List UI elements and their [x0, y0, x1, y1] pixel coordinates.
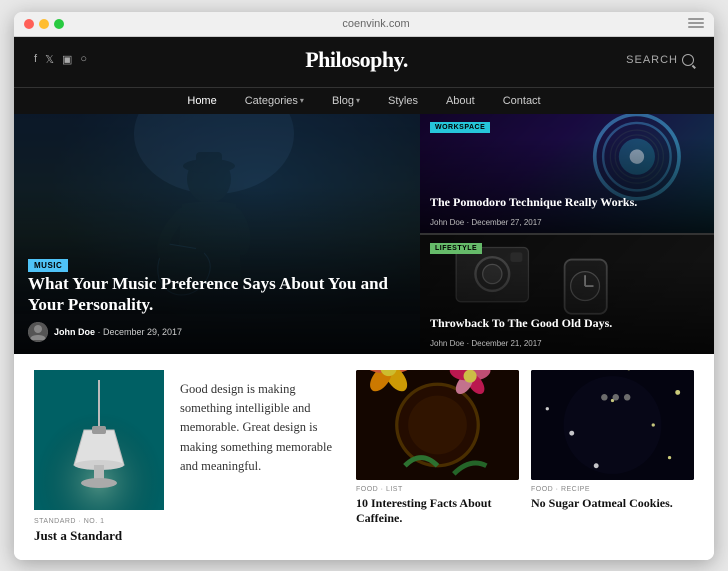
lamp-icon — [34, 370, 164, 510]
instagram-icon[interactable]: ▣ — [62, 53, 72, 66]
nav-item-contact[interactable]: Contact — [499, 88, 545, 114]
hero-section: MUSIC What Your Music Preference Says Ab… — [14, 114, 714, 354]
search-label: SEARCH — [626, 54, 678, 66]
cookies-card-image — [531, 370, 694, 480]
hero-category-badge[interactable]: MUSIC — [28, 259, 68, 272]
bottom-right-cards: FOOD · LIST 10 Interesting Facts About C… — [356, 370, 694, 544]
nav-item-home[interactable]: Home — [183, 88, 220, 114]
address-bar[interactable]: coenvink.com — [72, 18, 680, 30]
author-avatar — [28, 322, 48, 342]
caffeine-card-title: 10 Interesting Facts About Caffeine. — [356, 496, 519, 527]
nav-label-styles: Styles — [388, 95, 418, 107]
caffeine-card-tag: FOOD · LIST — [356, 486, 519, 493]
browser-window: coenvink.com f 𝕏 ▣ ○ Philosophy. SEARCH — [14, 12, 714, 560]
traffic-lights — [24, 19, 64, 29]
site-content: f 𝕏 ▣ ○ Philosophy. SEARCH Home Categori… — [14, 37, 714, 560]
menu-icon[interactable] — [688, 18, 704, 30]
side-article-1-author: John Doe — [430, 218, 464, 227]
nav-item-blog[interactable]: Blog ▾ — [328, 88, 364, 114]
side-article-2-title: Throwback To The Good Old Days. — [430, 316, 704, 332]
hero-author: John Doe — [54, 327, 95, 337]
side-article-2-meta: John Doe · December 21, 2017 — [430, 339, 542, 348]
side-article-2-date: December 21, 2017 — [471, 339, 541, 348]
nav-label-blog: Blog — [332, 95, 354, 107]
side-article-1-date: December 27, 2017 — [471, 218, 541, 227]
cookies-card-tag: FOOD · RECIPE — [531, 486, 694, 493]
hero-date: December 29, 2017 — [103, 327, 182, 337]
cookies-card-title: No Sugar Oatmeal Cookies. — [531, 496, 694, 512]
side-article-2-badge: LIFESTYLE — [430, 243, 482, 254]
nav-label-about: About — [446, 95, 475, 107]
hero-title[interactable]: What Your Music Preference Says About Yo… — [28, 273, 406, 316]
bottom-quote-text: Good design is making something intellig… — [180, 380, 340, 477]
site-logo[interactable]: Philosophy. — [305, 47, 408, 73]
bottom-left-text: STANDARD · NO. 1 Just a Standard Format … — [34, 518, 164, 544]
nav-label-categories: Categories — [245, 95, 298, 107]
hero-meta: John Doe · December 29, 2017 — [28, 322, 182, 342]
site-nav: Home Categories ▾ Blog ▾ Styles About Co… — [14, 87, 714, 114]
hero-gradient-overlay — [14, 114, 420, 354]
search-icon[interactable] — [682, 54, 694, 66]
bottom-left-tag: STANDARD · NO. 1 — [34, 518, 164, 525]
header-top: f 𝕏 ▣ ○ Philosophy. SEARCH — [34, 47, 694, 73]
bottom-left-title[interactable]: Just a Standard Format Post. — [34, 528, 164, 544]
bottom-section: STANDARD · NO. 1 Just a Standard Format … — [14, 354, 714, 560]
header-search[interactable]: SEARCH — [626, 54, 694, 66]
close-button[interactable] — [24, 19, 34, 29]
bottom-left-article[interactable]: STANDARD · NO. 1 Just a Standard Format … — [34, 370, 164, 544]
browser-chrome: coenvink.com — [14, 12, 714, 37]
bottom-card-caffeine[interactable]: FOOD · LIST 10 Interesting Facts About C… — [356, 370, 519, 544]
facebook-icon[interactable]: f — [34, 53, 37, 66]
pinterest-icon[interactable]: ○ — [80, 53, 87, 66]
nav-item-about[interactable]: About — [442, 88, 479, 114]
maximize-button[interactable] — [54, 19, 64, 29]
cookies-card-overlay — [531, 370, 694, 480]
hero-side: WORKSPACE The Pomodoro Technique Really … — [420, 114, 714, 354]
side-article-2[interactable]: LIFESTYLE Throwback To The Good Old Days… — [420, 235, 714, 354]
coffee-card-overlay — [356, 370, 519, 480]
bottom-card-cookies[interactable]: FOOD · RECIPE No Sugar Oatmeal Cookies. — [531, 370, 694, 544]
social-icons: f 𝕏 ▣ ○ — [34, 53, 87, 66]
chevron-down-icon: ▾ — [356, 96, 360, 105]
twitter-icon[interactable]: 𝕏 — [45, 53, 54, 66]
side-article-1-title: The Pomodoro Technique Really Works. — [430, 195, 704, 211]
lamp-image — [34, 370, 164, 510]
nav-item-styles[interactable]: Styles — [384, 88, 422, 114]
hero-main[interactable]: MUSIC What Your Music Preference Says Ab… — [14, 114, 420, 354]
site-header: f 𝕏 ▣ ○ Philosophy. SEARCH — [14, 37, 714, 87]
side-article-2-author: John Doe — [430, 339, 464, 348]
hero-meta-text: John Doe · December 29, 2017 — [54, 327, 182, 337]
coffee-card-image — [356, 370, 519, 480]
side-article-1-badge: WORKSPACE — [430, 122, 490, 133]
side-article-1-meta: John Doe · December 27, 2017 — [430, 218, 542, 227]
chevron-down-icon: ▾ — [300, 96, 304, 105]
bottom-center-quote: Good design is making something intellig… — [180, 370, 340, 544]
minimize-button[interactable] — [39, 19, 49, 29]
nav-item-categories[interactable]: Categories ▾ — [241, 88, 308, 114]
side-article-1[interactable]: WORKSPACE The Pomodoro Technique Really … — [420, 114, 714, 235]
nav-label-home: Home — [187, 95, 216, 107]
nav-label-contact: Contact — [503, 95, 541, 107]
